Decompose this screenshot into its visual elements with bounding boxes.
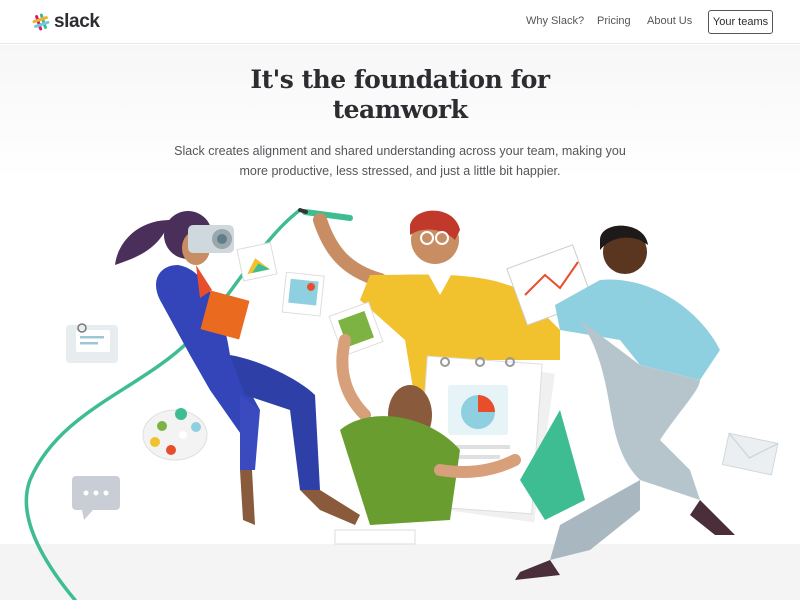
top-nav-bar: slack Why Slack? Pricing About Us Your t… xyxy=(0,0,800,44)
photo-card-icon xyxy=(236,242,278,282)
chat-bubble-icon xyxy=(72,476,120,520)
photo-card-icon xyxy=(281,271,325,317)
teamwork-illustration xyxy=(24,208,779,600)
title-line-1: It's the foundation for xyxy=(250,65,550,94)
logo-wordmark: slack xyxy=(54,11,100,32)
pencil-icon xyxy=(302,209,353,221)
paint-palette-icon xyxy=(142,408,208,461)
your-teams-button[interactable]: Your teams xyxy=(708,10,773,34)
slack-logo-icon xyxy=(32,13,50,31)
subtitle-line-1: Slack creates alignment and shared under… xyxy=(174,144,626,158)
note-card-icon xyxy=(66,323,118,363)
title-line-2: teamwork xyxy=(332,95,468,124)
nav-pricing[interactable]: Pricing xyxy=(597,15,631,27)
woman-with-camera-figure xyxy=(115,211,360,525)
nav-why-slack[interactable]: Why Slack? xyxy=(526,15,584,27)
hero-subtitle: Slack creates alignment and shared under… xyxy=(160,141,640,181)
nav-about-us[interactable]: About Us xyxy=(647,15,692,27)
page-title: It's the foundation for teamwork xyxy=(200,65,600,125)
envelope-icon xyxy=(721,432,779,476)
slack-logo[interactable]: slack xyxy=(32,11,100,33)
subtitle-line-2: more productive, less stressed, and just… xyxy=(239,164,561,178)
